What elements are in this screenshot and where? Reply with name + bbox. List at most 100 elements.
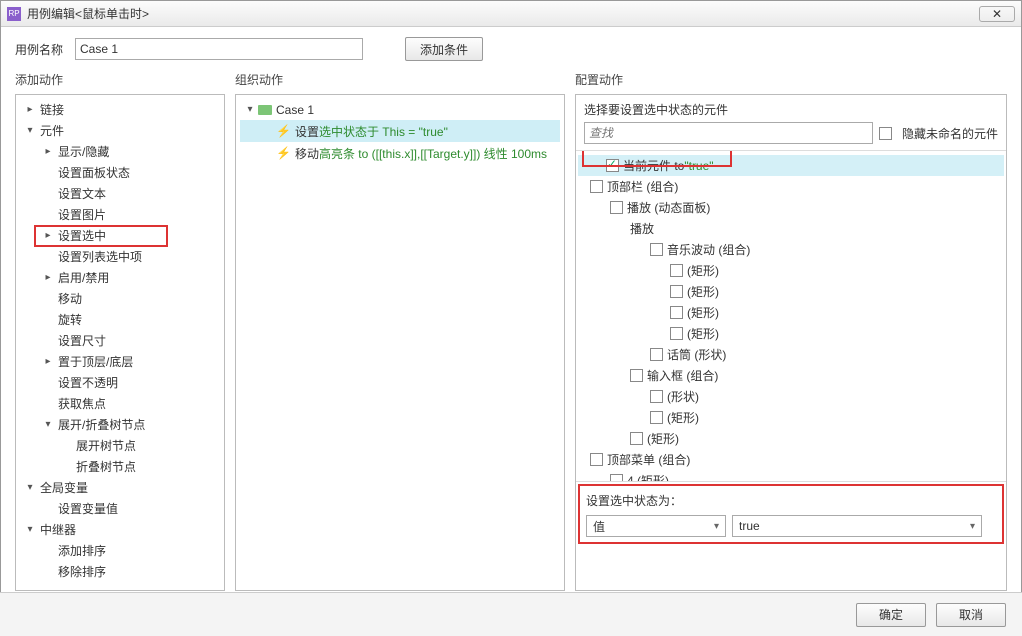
widget-checkbox[interactable] [670,327,683,340]
hide-unnamed-checkbox[interactable] [879,127,892,140]
left-tree-item[interactable]: 全局变量 [18,477,222,498]
current-widget-row[interactable]: 当前元件 to "true" [578,155,1004,176]
left-tree-item[interactable]: 元件 [18,120,222,141]
left-tree-item[interactable]: 链接 [18,99,222,120]
widget-tree-item[interactable]: 音乐波动 (组合) [578,239,1004,260]
widget-tree-item[interactable]: 话筒 (形状) [578,344,1004,365]
left-tree-item[interactable]: 设置尺寸 [18,330,222,351]
tree-toggle-icon[interactable] [24,104,36,116]
widget-checkbox[interactable] [590,453,603,466]
tree-toggle-icon[interactable] [24,524,36,536]
widget-tree-item[interactable]: (矩形) [578,407,1004,428]
widget-label: 顶部菜单 (组合) [607,451,690,468]
value-combo[interactable]: true [732,515,982,537]
widget-checkbox[interactable] [650,243,663,256]
left-tree-item[interactable]: 设置变量值 [18,498,222,519]
bolt-icon: ⚡ [276,146,291,160]
widget-label: 播放 [630,220,654,237]
tree-toggle-icon[interactable] [24,125,36,137]
left-tree-item[interactable]: 中继器 [18,519,222,540]
tree-toggle-icon[interactable] [42,356,54,368]
widget-tree-item[interactable]: 4 (矩形) [578,470,1004,481]
left-tree-item[interactable]: 设置列表选中项 [18,246,222,267]
widget-checkbox[interactable] [590,180,603,193]
tree-toggle-icon[interactable] [42,419,54,431]
left-tree-item[interactable]: 置于顶层/底层 [18,351,222,372]
case-name-input[interactable] [75,38,363,60]
widget-checkbox[interactable] [650,411,663,424]
widget-tree-item[interactable]: 输入框 (组合) [578,365,1004,386]
left-tree-item[interactable]: 展开/折叠树节点 [18,414,222,435]
left-tree-item[interactable]: 启用/禁用 [18,267,222,288]
widget-tree-item[interactable]: (矩形) [578,260,1004,281]
left-tree-item[interactable]: 显示/隐藏 [18,141,222,162]
left-tree-item[interactable]: 设置图片 [18,204,222,225]
case-name-label: 用例名称 [15,41,63,58]
titlebar: RP 用例编辑<鼠标单击时> ✕ [1,1,1021,27]
app-icon: RP [7,7,21,21]
widget-label: (形状) [667,388,699,405]
case-name-row: 用例名称 添加条件 [1,27,1021,71]
cancel-button[interactable]: 取消 [936,603,1006,627]
left-tree-item[interactable]: 添加排序 [18,540,222,561]
add-condition-button[interactable]: 添加条件 [405,37,483,61]
tree-toggle-icon[interactable] [42,230,54,242]
bolt-icon: ⚡ [276,124,291,138]
close-button[interactable]: ✕ [979,6,1015,22]
widget-tree-item[interactable]: (矩形) [578,428,1004,449]
widget-checkbox[interactable] [670,285,683,298]
widget-label: (矩形) [687,304,719,321]
widget-checkbox[interactable] [650,348,663,361]
widget-tree-item[interactable]: (矩形) [578,281,1004,302]
tree-toggle-icon[interactable] [42,146,54,158]
cfg-search-input[interactable] [584,122,873,144]
left-tree-item[interactable]: 设置不透明 [18,372,222,393]
widget-checkbox[interactable] [670,306,683,319]
expand-icon[interactable] [244,104,256,116]
cfg-subtitle: 选择要设置选中状态的元件 [584,101,998,118]
widget-tree-item[interactable]: 播放 [578,218,1004,239]
widget-tree-item[interactable]: (矩形) [578,323,1004,344]
left-panel: 链接元件显示/隐藏设置面板状态设置文本设置图片设置选中设置列表选中项启用/禁用移… [15,94,225,591]
current-widget-checkbox[interactable] [606,159,619,172]
widget-checkbox[interactable] [630,432,643,445]
left-tree-item[interactable]: 旋转 [18,309,222,330]
left-tree-item[interactable]: 设置面板状态 [18,162,222,183]
widget-tree-item[interactable]: 顶部栏 (组合) [578,176,1004,197]
tree-toggle-icon[interactable] [42,272,54,284]
widget-checkbox[interactable] [630,369,643,382]
ok-button[interactable]: 确定 [856,603,926,627]
tree-item-label: 折叠树节点 [74,458,138,475]
value-type-combo[interactable]: 值 [586,515,726,537]
widget-tree: 当前元件 to "true" 顶部栏 (组合)播放 (动态面板) 播放音乐波动 (… [576,151,1006,481]
widget-label: (矩形) [687,325,719,342]
footer: 确定 取消 [0,592,1022,636]
left-tree-item[interactable]: 设置文本 [18,183,222,204]
left-tree-item[interactable]: 移动 [18,288,222,309]
tree-item-label: 全局变量 [38,479,90,496]
widget-tree-item[interactable]: (矩形) [578,302,1004,323]
widget-tree-item[interactable]: 顶部菜单 (组合) [578,449,1004,470]
left-tree-item[interactable]: 获取焦点 [18,393,222,414]
action-row[interactable]: ⚡移动 高亮条 to ([[this.x]],[[Target.y]]) 线性 … [240,142,560,164]
action-row[interactable]: ⚡设置 选中状态于 This = "true" [240,120,560,142]
widget-tree-item[interactable]: (形状) [578,386,1004,407]
tree-item-label: 添加排序 [56,542,108,559]
tree-toggle-icon[interactable] [24,482,36,494]
mid-panel: Case 1 ⚡设置 选中状态于 This = "true"⚡移动 高亮条 to… [235,94,565,591]
tree-item-label: 移除排序 [56,563,108,580]
case-label: Case 1 [276,103,314,117]
widget-label: 4 (矩形) [627,472,669,481]
widget-checkbox[interactable] [610,474,623,481]
widget-checkbox[interactable] [610,201,623,214]
widget-checkbox[interactable] [650,390,663,403]
left-tree-item[interactable]: 折叠树节点 [18,456,222,477]
widget-checkbox[interactable] [670,264,683,277]
left-tree-item[interactable]: 设置选中 [18,225,222,246]
widget-tree-item[interactable]: 播放 (动态面板) [578,197,1004,218]
case-row[interactable]: Case 1 [240,99,560,120]
left-tree-item[interactable]: 展开树节点 [18,435,222,456]
widget-label: 输入框 (组合) [647,367,718,384]
tree-item-label: 显示/隐藏 [56,143,111,160]
left-tree-item[interactable]: 移除排序 [18,561,222,582]
